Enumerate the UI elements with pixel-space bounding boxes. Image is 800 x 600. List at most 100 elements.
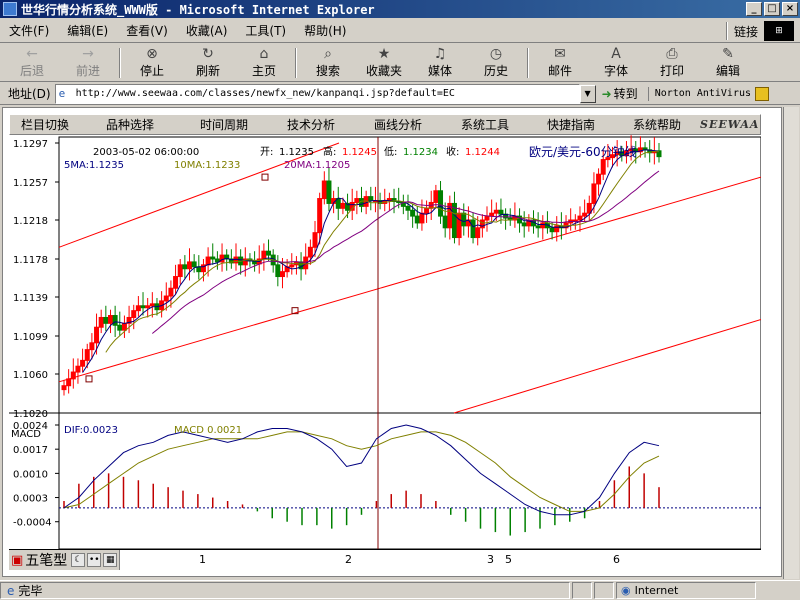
price-tick-label: 1.1099 (13, 332, 48, 343)
candle (321, 180, 327, 200)
menu-tools[interactable]: 工具(T) (236, 22, 295, 39)
menu-edit[interactable]: 编辑(E) (58, 22, 117, 39)
macd-tick-label: 0.0003 (13, 494, 48, 505)
ma5-line (82, 149, 660, 373)
app-menu-item-0[interactable]: 栏目切换 (10, 116, 80, 133)
toolbar-button-edit[interactable]: ✎ 编辑 (700, 45, 756, 81)
candle (279, 271, 285, 278)
candle (168, 287, 174, 297)
channel-lower-line (453, 318, 761, 414)
ime-label[interactable]: 五笔型 (25, 550, 67, 570)
moon-icon[interactable]: ☾ (71, 553, 86, 567)
toolbar-button-home[interactable]: ⌂ 主页 (236, 45, 292, 81)
media-icon: ♫ (433, 46, 447, 62)
home-icon: ⌂ (259, 46, 269, 62)
toolbar-button-favorites[interactable]: ★ 收藏夹 (356, 45, 412, 81)
app-menu-item-4[interactable]: 画线分析 (354, 116, 442, 133)
mail-icon: ✉ (554, 46, 566, 62)
app-menu-item-5[interactable]: 系统工具 (442, 116, 528, 133)
address-url: http://www.seewaa.com/classes/newfx_new/… (75, 88, 455, 99)
ohlc-close-label: 收: (446, 145, 459, 158)
macd-tick-label: 0.0017 (13, 445, 48, 456)
app-menu-item-2[interactable]: 时间周期 (180, 116, 268, 133)
toolbar-button-history[interactable]: ◷ 历史 (468, 45, 524, 81)
globe-icon: ◉ (621, 584, 631, 597)
app-menu-item-3[interactable]: 技术分析 (268, 116, 354, 133)
menu-help[interactable]: 帮助(H) (295, 22, 355, 39)
date-marker: 2 (345, 553, 352, 566)
toolbar-button-stop[interactable]: ⊗ 停止 (124, 45, 180, 81)
anchor-point (261, 173, 269, 181)
candle (572, 219, 578, 222)
candle (461, 212, 467, 227)
ohlc-low: 1.1234 (403, 147, 438, 158)
print-icon: ⎙ (666, 46, 678, 62)
candle (442, 215, 448, 229)
candle (140, 305, 146, 309)
price-tick-label: 1.1020 (13, 409, 48, 420)
candle (424, 207, 430, 214)
candle (210, 256, 216, 260)
app-menu-item-1[interactable]: 品种选择 (80, 116, 180, 133)
norton-icon (755, 86, 770, 101)
toolbar-button-search[interactable]: ⌕ 搜索 (300, 45, 356, 81)
toolbar-label: 历史 (483, 64, 508, 78)
address-label: 地址(D) (8, 87, 51, 101)
maximize-button[interactable]: □ (764, 2, 780, 16)
norton-toolbar[interactable]: Norton AntiVirus (647, 86, 770, 101)
search-icon: ⌕ (324, 46, 332, 62)
edit-icon: ✎ (722, 46, 734, 62)
candle (275, 264, 281, 278)
candle (312, 232, 318, 248)
candle (493, 209, 499, 214)
toolbar-button-forward-arrow[interactable]: → 前进 (60, 45, 116, 81)
candle (191, 261, 197, 268)
price-tick-label: 1.1218 (13, 216, 48, 227)
menu-file[interactable]: 文件(F) (0, 22, 58, 39)
candle (117, 324, 123, 331)
candle (66, 378, 72, 387)
toolbar-label: 后退 (19, 64, 44, 78)
punctuation-icon[interactable]: •• (87, 553, 102, 567)
minimize-button[interactable]: _ (746, 2, 762, 16)
address-bar: 地址(D) e http://www.seewaa.com/classes/ne… (0, 83, 800, 105)
menu-view[interactable]: 查看(V) (117, 22, 177, 39)
toolbar-label: 搜索 (315, 64, 340, 78)
toolbar-button-media[interactable]: ♫ 媒体 (412, 45, 468, 81)
candle (61, 385, 67, 391)
back-arrow-icon: ← (26, 46, 38, 62)
toolbar-label: 编辑 (715, 64, 740, 78)
price-tick-label: 1.1178 (13, 255, 48, 266)
chart-bottom-bar: ▣ 五笔型 ☾ •• ▦ 1 2 35 6 (9, 549, 761, 570)
candle (489, 212, 495, 217)
vertical-scrollbar[interactable] (783, 107, 799, 579)
candle (475, 227, 481, 239)
toolbar-button-print[interactable]: ⎙ 打印 (644, 45, 700, 81)
go-button[interactable]: ➜ 转到 (602, 85, 638, 102)
toolbar-button-font[interactable]: A 字体 (588, 45, 644, 81)
candle (317, 198, 323, 234)
ie-logo-icon (3, 2, 17, 16)
app-menu-item-7[interactable]: 系统帮助 (614, 116, 700, 133)
menu-bar: 文件(F) 编辑(E) 查看(V) 收藏(A) 工具(T) 帮助(H) 链接 ⊞ (0, 19, 800, 43)
status-bar: e 完毕 ◉ Internet (0, 580, 800, 600)
forex-chart[interactable]: 1.1297 1.1257 1.1218 1.1178 1.1139 1.1099 1.10… (9, 135, 761, 549)
app-menu-item-6[interactable]: 快捷指南 (528, 116, 614, 133)
menu-favorites[interactable]: 收藏(A) (177, 22, 237, 39)
security-zone: ◉ Internet (616, 582, 756, 599)
close-button[interactable]: × (782, 2, 798, 16)
macd-tick-label: 0.0010 (13, 469, 48, 480)
keyboard-icon[interactable]: ▦ (103, 553, 118, 567)
candle (433, 190, 439, 203)
address-input[interactable]: e http://www.seewaa.com/classes/newfx_ne… (54, 83, 580, 104)
links-button[interactable]: 链接 (728, 23, 764, 40)
candle (414, 215, 420, 224)
toolbar-label: 字体 (603, 64, 628, 78)
toolbar-button-mail[interactable]: ✉ 邮件 (532, 45, 588, 81)
go-arrow-icon: ➜ (601, 86, 612, 101)
address-dropdown-button[interactable]: ▼ (579, 84, 596, 103)
candle (498, 209, 504, 215)
toolbar-button-refresh[interactable]: ↻ 刷新 (180, 45, 236, 81)
toolbar-button-back-arrow[interactable]: ← 后退 (4, 45, 60, 81)
price-tick-label: 1.1139 (13, 293, 48, 304)
